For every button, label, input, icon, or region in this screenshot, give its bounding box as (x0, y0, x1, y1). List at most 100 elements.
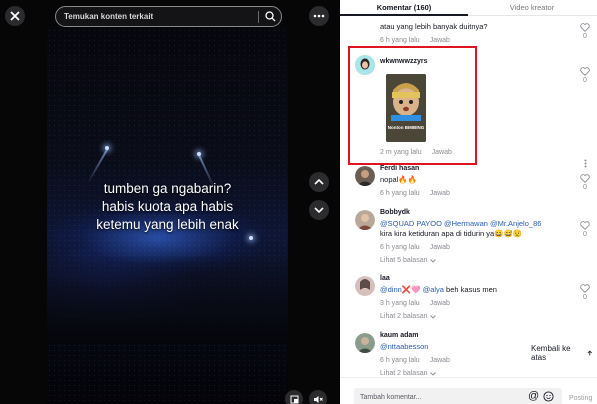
view-replies-button[interactable]: Lihat 2 balasan (380, 370, 575, 377)
mention-at-icon[interactable]: @ (528, 390, 539, 402)
like-button[interactable]: 0 (578, 284, 592, 302)
arrow-up-icon (588, 350, 593, 356)
pip-icon (290, 395, 298, 403)
tab-bar: Komentar (160) Video kreator (340, 0, 597, 16)
mention-link[interactable]: @SQUAD PAYOO (380, 219, 442, 228)
like-button[interactable]: 0 (578, 174, 592, 192)
reply-button[interactable]: Jawab (430, 244, 450, 251)
comment-username[interactable]: Ferdi hasan (380, 164, 575, 173)
comment-text: @dinn❌🩷 @alya beh kasus men (380, 285, 575, 295)
post-button[interactable]: Posting (569, 395, 592, 402)
comment-input-placeholder: Tambah komentar... (360, 394, 422, 401)
avatar[interactable] (355, 210, 375, 230)
video-pane: Temukan konten terkait tumben ga ngabari… (0, 0, 340, 404)
like-count: 0 (583, 294, 587, 301)
mention-link[interactable]: @alya (423, 285, 444, 294)
reply-button[interactable]: Jawab (430, 190, 450, 197)
mention-link[interactable]: @Mr.Anjelo_86 (490, 219, 541, 228)
view-replies-button[interactable]: Lihat 2 balasan (380, 313, 575, 320)
stage-light (105, 146, 109, 150)
avatar[interactable] (355, 166, 375, 186)
comment-username[interactable]: kaum adam (380, 331, 575, 340)
chevron-down-icon (430, 371, 437, 376)
comment-input-bar: Tambah komentar... @ Posting (340, 377, 597, 404)
close-button[interactable] (5, 6, 25, 26)
close-icon (10, 11, 20, 21)
comment-more-button[interactable] (578, 159, 592, 168)
comment-time: 6 h yang lalu (380, 357, 420, 364)
comment-body: kira kira ketiduran apa di tidurin ya😄😅😟 (380, 229, 523, 238)
like-count: 0 (583, 184, 587, 191)
search-input[interactable]: Temukan konten terkait (56, 12, 258, 21)
previous-video-button[interactable] (309, 172, 329, 192)
chevron-down-icon (314, 207, 324, 213)
comment-text: atau yang lebih banyak duitnya? (380, 22, 488, 31)
view-replies-button[interactable]: Lihat 5 balasan (380, 257, 575, 264)
mention-link[interactable]: @nttaabesson (380, 342, 428, 351)
video-caption: tumben ga ngabarin? habis kuota apa habi… (47, 180, 288, 234)
comment-text: @SQUAD PAYOO @Hermawan @Mr.Anjelo_86 kir… (380, 219, 575, 239)
comment-meta: 3 h yang lalu Jawab (380, 299, 575, 308)
speaker-muted-icon (314, 395, 323, 403)
comment-time: 6 h yang lalu (380, 37, 420, 44)
heart-icon (580, 67, 590, 76)
view-replies-label: Lihat 2 balasan (380, 370, 428, 377)
avatar-image (355, 210, 375, 230)
avatar-image (355, 166, 375, 186)
like-count: 0 (583, 231, 587, 238)
comment-meta: 6 h yang lalu Jawab (380, 36, 575, 45)
reply-button[interactable]: Jawab (430, 357, 450, 364)
more-dots-icon (313, 14, 325, 18)
comment-input[interactable]: Tambah komentar... @ (354, 388, 562, 404)
mention-link[interactable]: @Hermawan (444, 219, 488, 228)
avatar-image (355, 333, 375, 353)
tab-comments[interactable]: Komentar (160) (340, 0, 468, 15)
comment-time: 3 h yang lalu (380, 300, 420, 307)
stage-light (249, 236, 253, 240)
reply-button[interactable]: Jawab (430, 37, 450, 44)
like-count: 0 (583, 77, 587, 84)
stage-light (197, 152, 201, 156)
picture-in-picture-button[interactable] (285, 390, 303, 404)
like-count: 0 (583, 33, 587, 40)
crowd-silhouette (47, 254, 288, 344)
emoji-icon[interactable] (543, 391, 554, 402)
avatar[interactable] (355, 276, 375, 296)
comment-meta: 6 h yang lalu Jawab (380, 189, 575, 198)
like-button[interactable]: 0 (578, 221, 592, 239)
comment-time: 6 h yang lalu (380, 244, 420, 251)
comment-username[interactable]: Bobbydk (380, 208, 575, 217)
active-tab-indicator (340, 14, 468, 16)
heart-icon (580, 284, 590, 293)
mute-button[interactable] (309, 390, 327, 404)
comment-meta: 6 h yang lalu Jawab (380, 243, 575, 252)
avatar-image (355, 276, 375, 296)
like-button[interactable]: 0 (578, 67, 592, 85)
chevron-up-icon (314, 179, 324, 185)
tab-creator-videos[interactable]: Video kreator (468, 0, 596, 15)
caption-line: habis kuota apa habis (101, 199, 234, 214)
avatar[interactable] (355, 333, 375, 353)
comment-text: nopal🔥🔥 (380, 175, 418, 184)
heart-icon (580, 221, 590, 230)
like-button[interactable]: 0 (578, 23, 592, 41)
back-to-top-button[interactable]: Kembali ke atas (527, 344, 597, 362)
chevron-down-icon (430, 258, 437, 263)
heart-icon (580, 174, 590, 183)
comment-body: beh kasus men (446, 285, 497, 294)
light-beam (87, 147, 109, 184)
next-video-button[interactable] (309, 200, 329, 220)
caption-line: tumben ga ngabarin? (103, 181, 232, 196)
more-dots-vertical-icon (584, 159, 586, 168)
highlighted-comment-frame (348, 46, 477, 165)
search-bar[interactable]: Temukan konten terkait (55, 6, 282, 27)
caption-line: ketemu yang lebih enak (96, 217, 239, 232)
view-replies-label: Lihat 2 balasan (380, 313, 428, 320)
reply-button[interactable]: Jawab (430, 300, 450, 307)
chevron-down-icon (430, 314, 437, 319)
more-options-button[interactable] (309, 6, 329, 26)
view-replies-label: Lihat 5 balasan (380, 257, 428, 264)
search-button[interactable] (259, 11, 281, 22)
comment-username[interactable]: laa (380, 274, 575, 283)
mention-link[interactable]: @dinn❌🩷 (380, 285, 420, 294)
